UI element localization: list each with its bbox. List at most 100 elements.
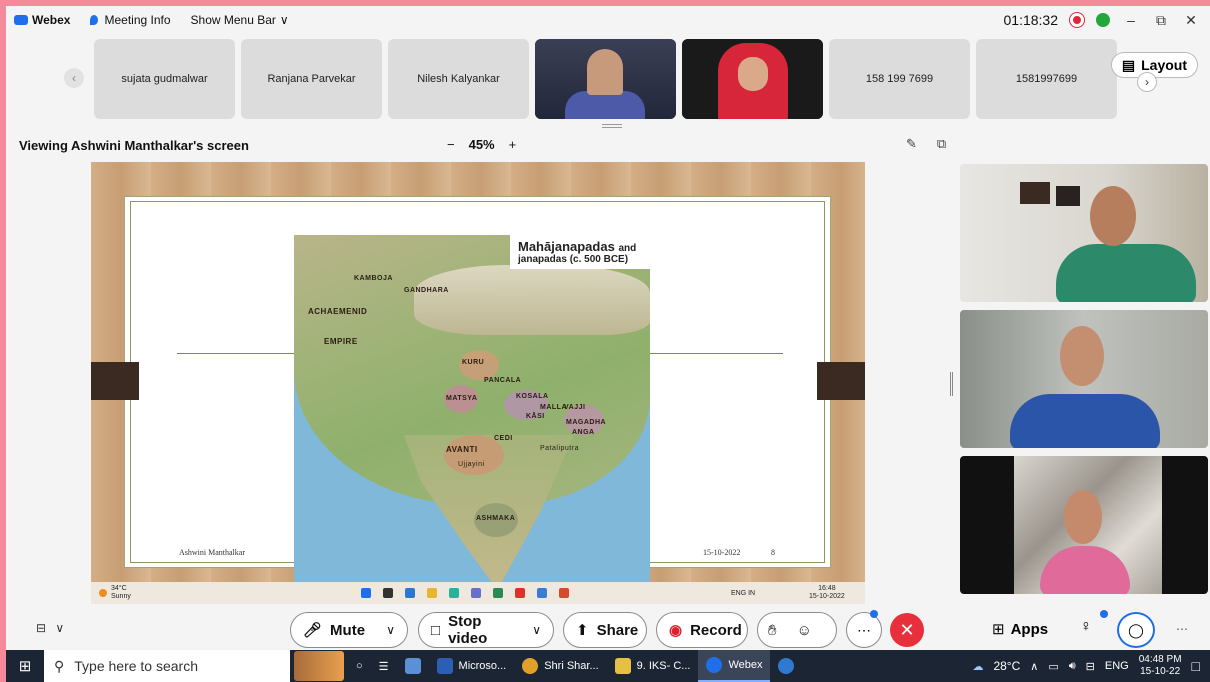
search-icon: ⚲ bbox=[54, 657, 65, 674]
stop-video-button[interactable]: □ Stop video ∨ bbox=[418, 612, 554, 648]
taskbar-app-help[interactable] bbox=[770, 650, 802, 682]
task-view-button[interactable]: ☰ bbox=[371, 650, 397, 682]
apps-label: Apps bbox=[1010, 620, 1049, 638]
webex-brand: Webex bbox=[14, 13, 70, 27]
taskbar-clock[interactable]: 04:48 PM 15-10-22 bbox=[1139, 654, 1182, 678]
participants-button[interactable]: ♀ bbox=[1080, 618, 1092, 636]
participant-video-tile[interactable] bbox=[535, 39, 676, 119]
participant-tile[interactable]: 158 199 7699 bbox=[829, 39, 970, 119]
apps-button[interactable]: ⊞ Apps bbox=[992, 620, 1049, 639]
mute-button[interactable]: 🎤︎ Mute ∨ bbox=[290, 612, 408, 648]
language-indicator[interactable]: ENG bbox=[1105, 660, 1129, 672]
notifications-icon[interactable]: □ bbox=[1192, 658, 1200, 674]
more-options-button[interactable]: ⋯ bbox=[846, 612, 882, 648]
mini-app-icon bbox=[537, 588, 547, 598]
taskbar-app-chrome[interactable]: Shri Shar... bbox=[514, 650, 606, 682]
leave-meeting-button[interactable]: ✕ bbox=[890, 613, 924, 647]
pop-out-icon[interactable]: ⧉ bbox=[937, 136, 946, 152]
participant-tile[interactable]: 1581997699 bbox=[976, 39, 1117, 119]
zoom-in-button[interactable]: + bbox=[509, 137, 517, 152]
show-menu-bar-button[interactable]: Show Menu Bar ∨ bbox=[191, 13, 289, 27]
chevron-down-icon: ∨ bbox=[532, 623, 541, 637]
map-label: ASHMAKA bbox=[476, 515, 516, 522]
overflow-menu-icon[interactable]: ⋯ bbox=[1176, 622, 1188, 636]
map-label: ANGA bbox=[572, 429, 595, 436]
viewing-label: Viewing Ashwini Manthalkar's screen bbox=[19, 138, 249, 153]
layout-label: Layout bbox=[1141, 57, 1187, 73]
volume-icon[interactable]: 🔊︎ bbox=[1069, 660, 1076, 673]
mini-folder-icon bbox=[427, 588, 437, 598]
map-label: AVANTI bbox=[446, 445, 478, 454]
panel-resize-handle[interactable] bbox=[950, 372, 953, 396]
annotate-icon[interactable]: ✎ bbox=[906, 136, 917, 152]
participant-video-2[interactable] bbox=[960, 310, 1208, 448]
participant-video-tile[interactable] bbox=[682, 39, 823, 119]
network-icon[interactable]: ▭ bbox=[1048, 660, 1058, 673]
tray-expand-icon[interactable]: ∧ bbox=[1030, 660, 1038, 673]
map-title: Mahājanapadas and janapadas (c. 500 BCE) bbox=[510, 235, 650, 269]
shared-screen: KAMBOJA GANDHARA ACHAEMENID EMPIRE KURU … bbox=[91, 162, 865, 604]
recording-indicator-icon[interactable] bbox=[1070, 13, 1084, 27]
slide-side-tab bbox=[817, 362, 865, 400]
strip-next-icon[interactable]: › bbox=[1137, 72, 1157, 92]
meeting-controls: ⊟ ∨ 🎤︎ Mute ∨ □ Stop video ∨ ⬆︎ Share ◉ … bbox=[6, 610, 1210, 650]
taskbar-app-explorer[interactable]: 9. IKS- C... bbox=[607, 650, 699, 682]
title-bar-right: 01:18:32 – ⧉ ✕ bbox=[1004, 6, 1201, 34]
participant-video-3[interactable] bbox=[960, 456, 1208, 594]
task-view-button[interactable]: ○ bbox=[348, 650, 371, 682]
windows-taskbar: ⊞ ⚲ Type here to search ○ ☰ Microso... S… bbox=[6, 650, 1210, 682]
task-view-icon: ☰ bbox=[378, 660, 389, 673]
map-label: PANCALA bbox=[484, 377, 522, 384]
chat-button[interactable]: ◯ bbox=[1117, 612, 1155, 648]
reactions-group: ✋︎ ☺ bbox=[757, 612, 837, 648]
taskbar-widget[interactable] bbox=[290, 650, 348, 682]
strip-prev-icon[interactable]: ‹ bbox=[64, 68, 84, 88]
participant-tile[interactable]: Ranjana Parvekar bbox=[241, 39, 382, 119]
mahajanapadas-map: KAMBOJA GANDHARA ACHAEMENID EMPIRE KURU … bbox=[294, 235, 650, 590]
weather-temp: 28°C bbox=[993, 659, 1021, 673]
map-label: Pataliputra bbox=[540, 445, 579, 452]
notification-badge bbox=[870, 610, 878, 618]
windows-start-icon[interactable]: ⊞ bbox=[6, 650, 44, 682]
participant-video-1[interactable] bbox=[960, 164, 1208, 302]
mini-search-icon bbox=[383, 588, 393, 598]
strip-resize-handle[interactable] bbox=[602, 124, 622, 128]
close-icon[interactable]: ✕ bbox=[1182, 12, 1200, 29]
minimize-icon[interactable]: – bbox=[1122, 12, 1140, 28]
record-button[interactable]: ◉ Record bbox=[656, 612, 748, 648]
taskbar-search[interactable]: ⚲ Type here to search bbox=[44, 650, 290, 682]
raise-hand-icon[interactable]: ✋︎ bbox=[768, 622, 777, 639]
slide-footer-date: 15-10-2022 bbox=[703, 548, 741, 557]
captions-button[interactable]: ⊟ ∨ bbox=[36, 621, 64, 635]
slide-footer-page: 8 bbox=[771, 548, 775, 557]
video-person bbox=[1056, 244, 1196, 302]
participant-tile[interactable]: Nilesh Kalyankar bbox=[388, 39, 529, 119]
slide-side-tab bbox=[91, 362, 139, 400]
taskbar-app[interactable] bbox=[397, 650, 429, 682]
restore-icon[interactable]: ⧉ bbox=[1152, 12, 1170, 29]
video-person bbox=[565, 91, 645, 119]
network-health-icon[interactable] bbox=[1096, 13, 1110, 27]
mini-app-icon bbox=[559, 588, 569, 598]
taskbar-app-word[interactable]: Microso... bbox=[429, 650, 515, 682]
apps-icon: ⊞ bbox=[992, 621, 1005, 638]
notification-badge bbox=[1100, 610, 1108, 618]
participants-icon: ♀ bbox=[1080, 618, 1092, 635]
mute-label: Mute bbox=[330, 621, 366, 639]
taskbar-app-webex[interactable]: Webex bbox=[698, 650, 771, 682]
zoom-out-button[interactable]: − bbox=[447, 137, 455, 152]
share-button[interactable]: ⬆︎ Share bbox=[563, 612, 647, 648]
video-face bbox=[1060, 326, 1104, 386]
video-person bbox=[1010, 394, 1160, 448]
video-camera-icon: □ bbox=[431, 621, 441, 639]
mini-chrome-icon bbox=[515, 588, 525, 598]
emoji-reaction-icon[interactable]: ☺ bbox=[797, 622, 812, 639]
mini-clock: 16:48 15-10-2022 bbox=[809, 585, 845, 601]
layout-button[interactable]: ▤ Layout bbox=[1110, 52, 1198, 78]
cloud-icon: ☁ bbox=[972, 660, 984, 673]
mini-edge-icon bbox=[405, 588, 415, 598]
keyboard-icon[interactable]: ⊟ bbox=[1086, 660, 1095, 673]
participant-tile[interactable]: sujata gudmalwar bbox=[94, 39, 235, 119]
meeting-info-button[interactable]: Meeting Info bbox=[90, 13, 171, 27]
search-placeholder: Type here to search bbox=[74, 658, 199, 674]
